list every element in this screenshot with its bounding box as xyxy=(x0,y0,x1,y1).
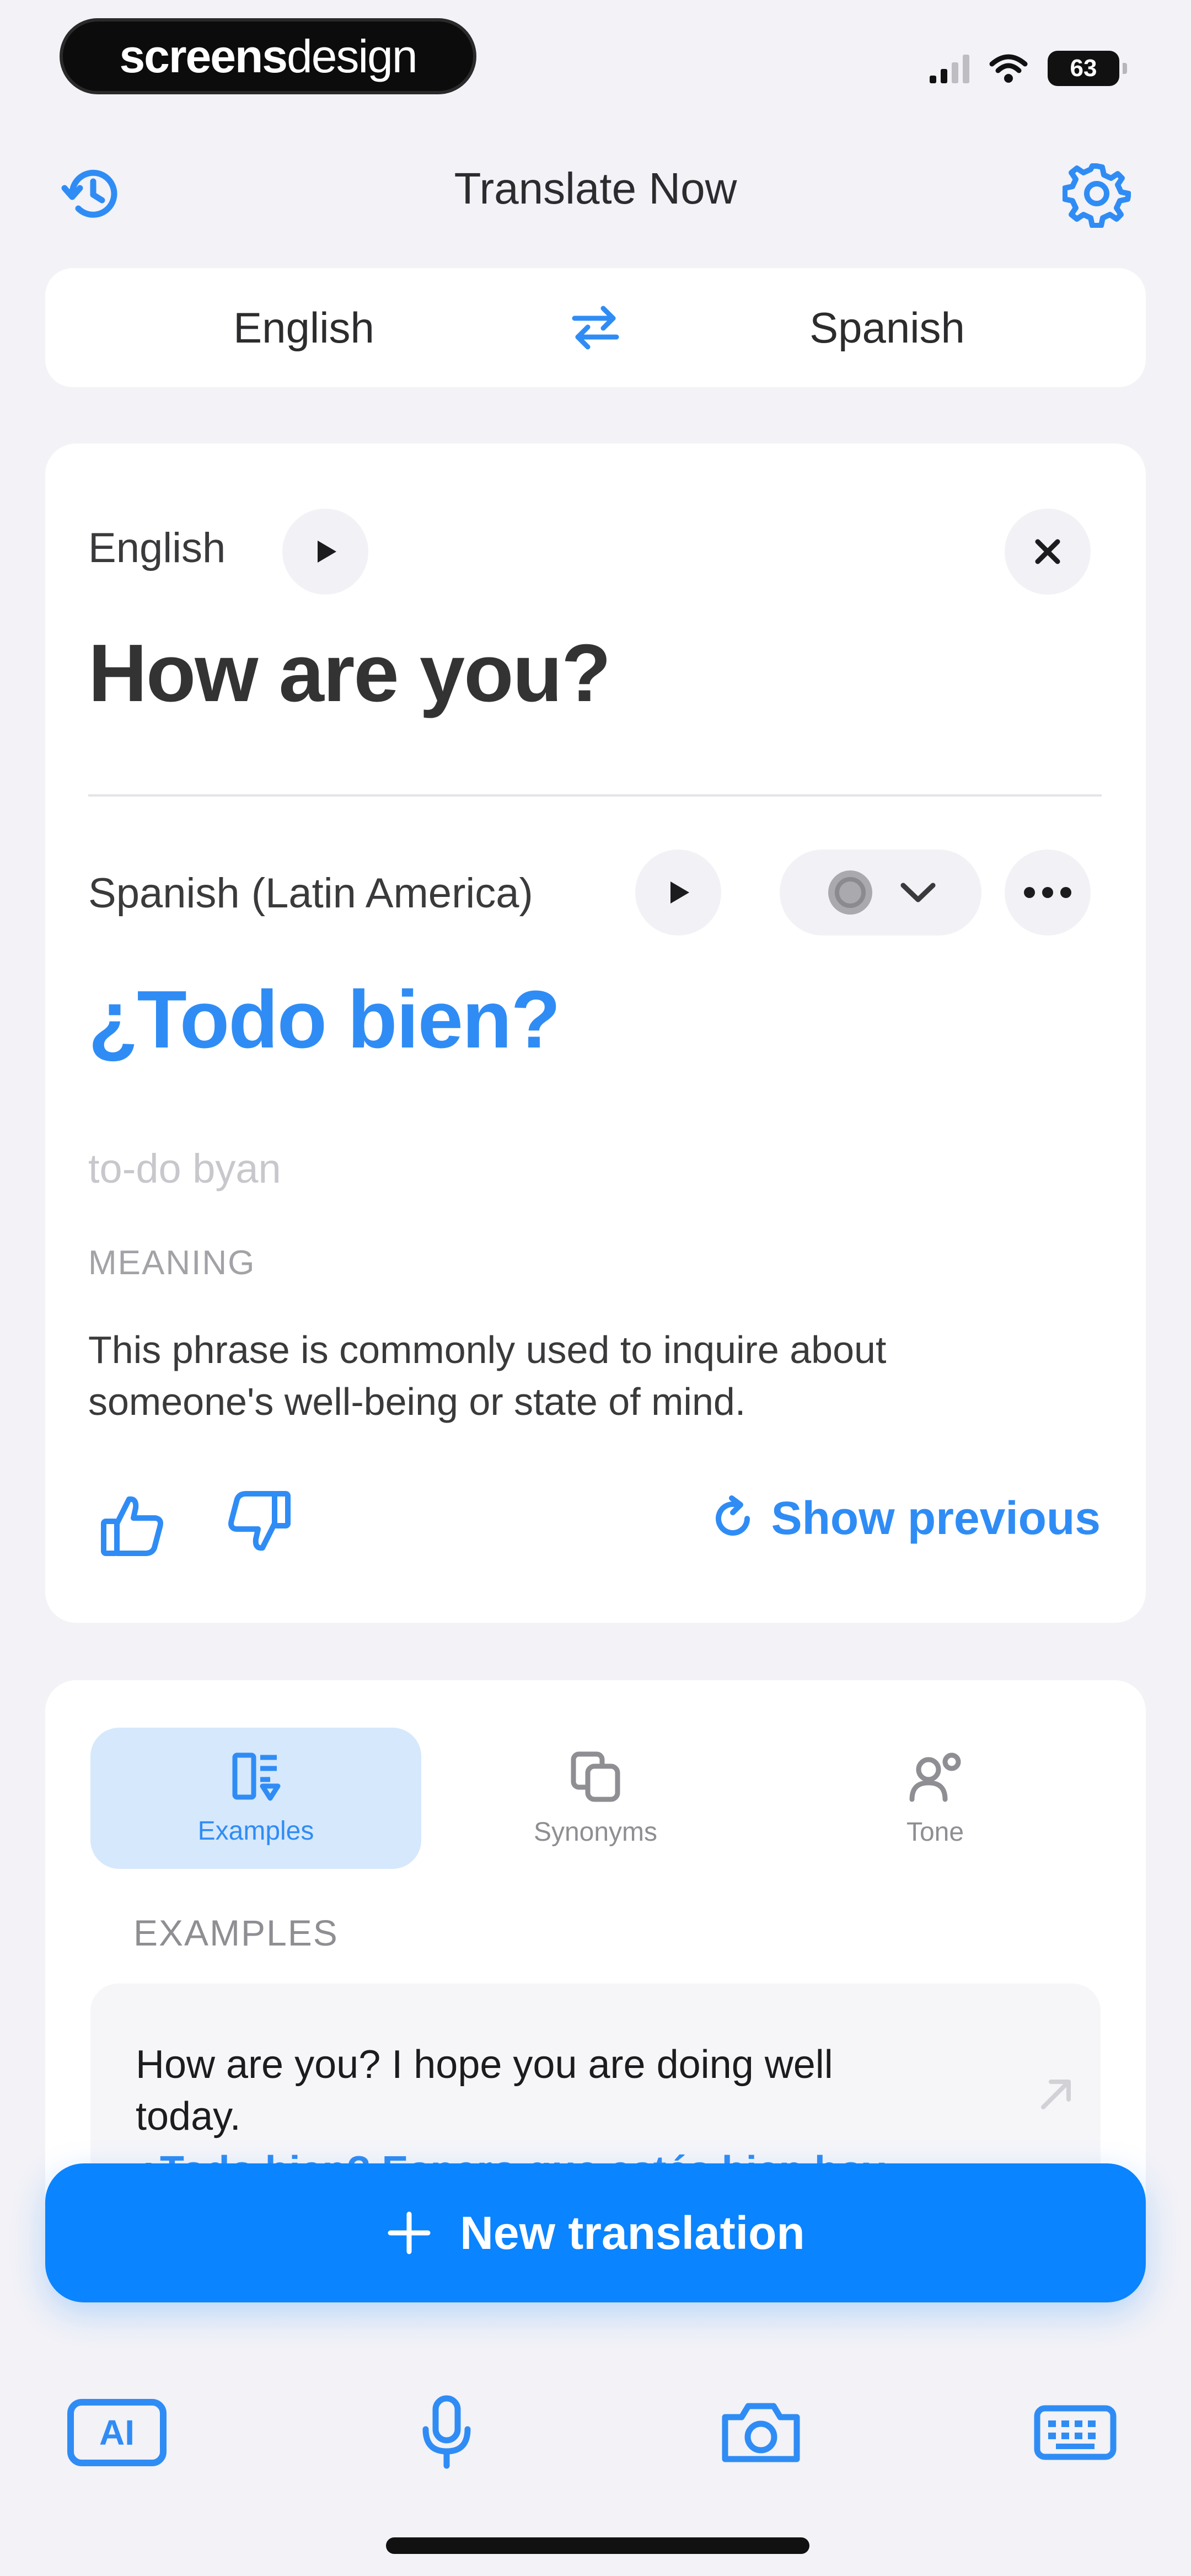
language-selector-bar: English Spanish xyxy=(45,268,1146,387)
source-language-label: English xyxy=(88,525,226,571)
ai-mode-button[interactable]: AI xyxy=(51,2383,183,2482)
cellular-signal-icon xyxy=(930,54,969,83)
tab-label: Tone xyxy=(906,1817,964,1847)
microphone-button[interactable] xyxy=(380,2383,513,2482)
divider xyxy=(88,794,1102,797)
open-example-button[interactable] xyxy=(1034,2072,1079,2119)
new-translation-button[interactable]: New translation xyxy=(45,2163,1146,2302)
clear-button[interactable] xyxy=(1005,509,1091,595)
gear-icon xyxy=(1063,163,1131,228)
play-icon xyxy=(670,881,689,904)
show-previous-button[interactable]: Show previous xyxy=(709,1492,1101,1545)
voice-selector-dropdown[interactable] xyxy=(780,849,981,936)
swap-languages-button[interactable] xyxy=(562,303,629,352)
examples-icon xyxy=(232,1752,281,1800)
thumbs-up-icon xyxy=(101,1496,163,1556)
home-indicator xyxy=(386,2537,809,2554)
example-source-text: How are you? I hope you are doing well t… xyxy=(136,2043,833,2139)
keyboard-button[interactable] xyxy=(1009,2383,1141,2482)
play-translation-button[interactable] xyxy=(635,849,721,936)
battery-indicator: 63 xyxy=(1048,51,1127,86)
thumbs-up-button[interactable] xyxy=(98,1492,167,1563)
play-source-button[interactable] xyxy=(282,509,368,595)
tab-examples[interactable]: Examples xyxy=(90,1728,421,1869)
status-icons: 63 xyxy=(930,46,1127,90)
source-text[interactable]: How are you? xyxy=(88,627,611,720)
close-icon xyxy=(1035,539,1060,564)
brand-bold: screens xyxy=(119,30,288,82)
swap-arrows-icon xyxy=(572,306,619,350)
refresh-icon xyxy=(715,1495,750,1536)
examples-heading: EXAMPLES xyxy=(133,1912,339,1953)
tab-label: Synonyms xyxy=(533,1817,658,1847)
brand-watermark: screens design xyxy=(60,18,476,94)
translated-text: ¿Todo bien? xyxy=(88,974,561,1065)
copy-icon xyxy=(571,1751,620,1802)
voice-avatar-icon xyxy=(828,870,872,915)
details-card: Examples Synonyms Tone EXAMPLES How are … xyxy=(45,1680,1146,2232)
ai-icon: AI xyxy=(67,2399,167,2466)
plus-icon xyxy=(388,2211,431,2254)
chevron-down-icon xyxy=(900,883,936,902)
show-previous-label: Show previous xyxy=(771,1492,1101,1544)
target-language-button[interactable]: Spanish xyxy=(629,303,1146,353)
meaning-text: This phrase is commonly used to inquire … xyxy=(88,1328,887,1423)
thumbs-down-button[interactable] xyxy=(225,1487,293,1558)
meaning-heading: MEANING xyxy=(88,1244,256,1282)
source-language-button[interactable]: English xyxy=(45,303,562,353)
keyboard-icon xyxy=(1034,2405,1117,2460)
arrow-up-right-icon xyxy=(1041,2080,1071,2109)
brand-light: design xyxy=(287,30,418,82)
more-dots-icon xyxy=(1024,887,1071,898)
tone-person-icon xyxy=(909,1752,961,1802)
tab-synonyms[interactable]: Synonyms xyxy=(430,1728,761,1869)
target-language-label: Spanish (Latin America) xyxy=(88,870,533,917)
camera-icon xyxy=(722,2403,800,2462)
transliteration: to-do byan xyxy=(88,1146,281,1191)
settings-button[interactable] xyxy=(1061,158,1133,229)
wifi-icon xyxy=(989,54,1028,83)
page-title: Translate Now xyxy=(454,164,737,213)
translation-card: English How are you? Spanish (Latin Amer… xyxy=(45,443,1146,1623)
microphone-icon xyxy=(422,2395,471,2469)
more-options-button[interactable] xyxy=(1005,849,1091,936)
tab-label: Examples xyxy=(197,1816,314,1846)
camera-button[interactable] xyxy=(695,2383,827,2482)
new-translation-label: New translation xyxy=(460,2206,805,2259)
tab-tone[interactable]: Tone xyxy=(770,1728,1101,1869)
play-icon xyxy=(318,541,336,563)
thumbs-down-icon xyxy=(228,1491,291,1551)
